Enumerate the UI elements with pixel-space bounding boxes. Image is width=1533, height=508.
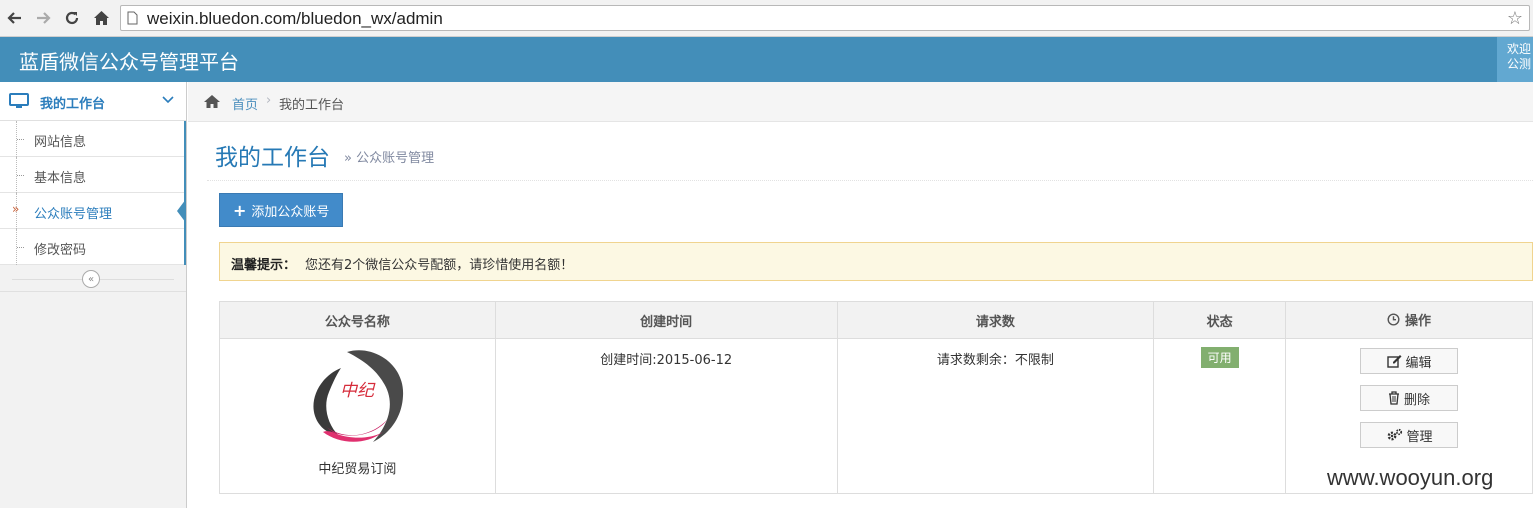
column-header-status: 状态 (1153, 301, 1287, 339)
divider (207, 180, 1533, 181)
forward-icon[interactable] (32, 7, 54, 29)
sidebar-item-account-management[interactable]: » 公众账号管理 (0, 193, 186, 229)
column-header-requests: 请求数 (836, 301, 1155, 339)
quota-alert: 温馨提示： 您还有2个微信公众号配额，请珍惜使用名额！ (219, 242, 1533, 281)
double-angle-right-icon: » (12, 202, 20, 216)
watermark: www.wooyun.org (1327, 465, 1494, 490)
edit-label: 编辑 (1405, 355, 1432, 371)
url-text: weixin.bluedon.com/bluedon_wx/admin (147, 9, 443, 28)
active-pointer (177, 199, 186, 223)
chevron-down-icon (162, 94, 174, 109)
account-logo[interactable]: 中纪 (307, 348, 407, 448)
sidebar-collapse: « (0, 266, 186, 292)
collapse-double-left-icon[interactable]: « (82, 270, 100, 288)
sidebar-item-label: 我的工作台 (40, 97, 106, 112)
manage-button[interactable]: 管理 (1360, 422, 1459, 448)
actions-header-label: 操作 (1405, 314, 1432, 329)
cell-created: 创建时间:2015-06-12 (494, 338, 838, 494)
edit-button[interactable]: 编辑 (1360, 348, 1459, 374)
page-subtitle: » 公众账号管理 (344, 151, 435, 166)
home-icon (203, 94, 221, 113)
sidebar-item-site-info[interactable]: 网站信息 (0, 121, 184, 157)
account-name: 中纪贸易订阅 (318, 462, 397, 477)
sidebar-item-change-password[interactable]: 修改密码 (0, 229, 184, 265)
back-icon[interactable] (4, 7, 26, 29)
sidebar-item-label: 网站信息 (34, 135, 87, 150)
page-icon (127, 11, 138, 29)
edit-icon (1386, 354, 1402, 368)
status-badge: 可用 (1200, 347, 1239, 368)
browser-toolbar: weixin.bluedon.com/bluedon_wx/admin ☆ (0, 0, 1533, 37)
trash-icon (1388, 391, 1400, 405)
alert-title: 温馨提示： (231, 258, 297, 273)
desktop-icon (9, 93, 29, 113)
home-icon[interactable] (90, 7, 112, 29)
sidebar-item-dashboard[interactable]: 我的工作台 (0, 82, 186, 121)
column-header-actions: 操作 (1285, 301, 1533, 339)
sidebar-item-label: 公众账号管理 (34, 207, 113, 222)
gears-icon (1386, 428, 1403, 442)
manage-label: 管理 (1406, 429, 1433, 445)
submenu: 网站信息 基本信息 » 公众账号管理 修改密码 (0, 121, 186, 265)
cell-requests: 请求数剩余：不限制 (836, 338, 1155, 494)
sidebar-item-basic-info[interactable]: 基本信息 (0, 157, 184, 193)
column-header-created: 创建时间 (494, 301, 838, 339)
column-header-name: 公众号名称 (219, 301, 496, 339)
delete-button[interactable]: 删除 (1360, 385, 1459, 411)
bookmark-star-icon[interactable]: ☆ (1507, 8, 1523, 29)
page-title: 我的工作台 (215, 145, 330, 171)
welcome-line-1: 欢迎 (1507, 42, 1532, 56)
breadcrumb-home-link[interactable]: 首页 (232, 94, 258, 113)
table-header-row: 公众号名称 创建时间 请求数 状态 操作 (219, 301, 1533, 339)
sidebar-item-label: 修改密码 (34, 243, 87, 258)
user-welcome[interactable]: 欢迎 公测 (1497, 37, 1533, 82)
requests-remaining: 请求数剩余：不限制 (936, 353, 1054, 368)
welcome-line-2: 公测 (1507, 57, 1532, 71)
cell-account-name: 中纪 中纪贸易订阅 (219, 338, 496, 494)
breadcrumb-current: 我的工作台 (279, 98, 345, 113)
delete-label: 删除 (1404, 392, 1431, 408)
clock-icon (1387, 313, 1400, 326)
add-account-label: 添加公众账号 (251, 204, 330, 220)
cell-status: 可用 (1153, 338, 1287, 494)
brand-title: 蓝盾微信公众号管理平台 (19, 50, 239, 74)
app-header: 蓝盾微信公众号管理平台 欢迎 公测 (0, 37, 1533, 82)
alert-message: 您还有2个微信公众号配额，请珍惜使用名额！ (305, 258, 574, 273)
address-bar[interactable]: weixin.bluedon.com/bluedon_wx/admin ☆ (120, 5, 1530, 31)
breadcrumb: 首页 › 我的工作台 (188, 82, 1533, 122)
sidebar-item-label: 基本信息 (34, 171, 87, 186)
plus-icon: + (233, 200, 247, 220)
add-account-button[interactable]: + 添加公众账号 (219, 193, 343, 227)
logo-lettering: 中纪 (340, 381, 376, 401)
created-date: 创建时间:2015-06-12 (600, 353, 733, 368)
sidebar: 我的工作台 网站信息 基本信息 » 公众账号管理 修改密码 « (0, 82, 187, 508)
reload-icon[interactable] (61, 7, 83, 29)
breadcrumb-separator: › (266, 93, 272, 108)
